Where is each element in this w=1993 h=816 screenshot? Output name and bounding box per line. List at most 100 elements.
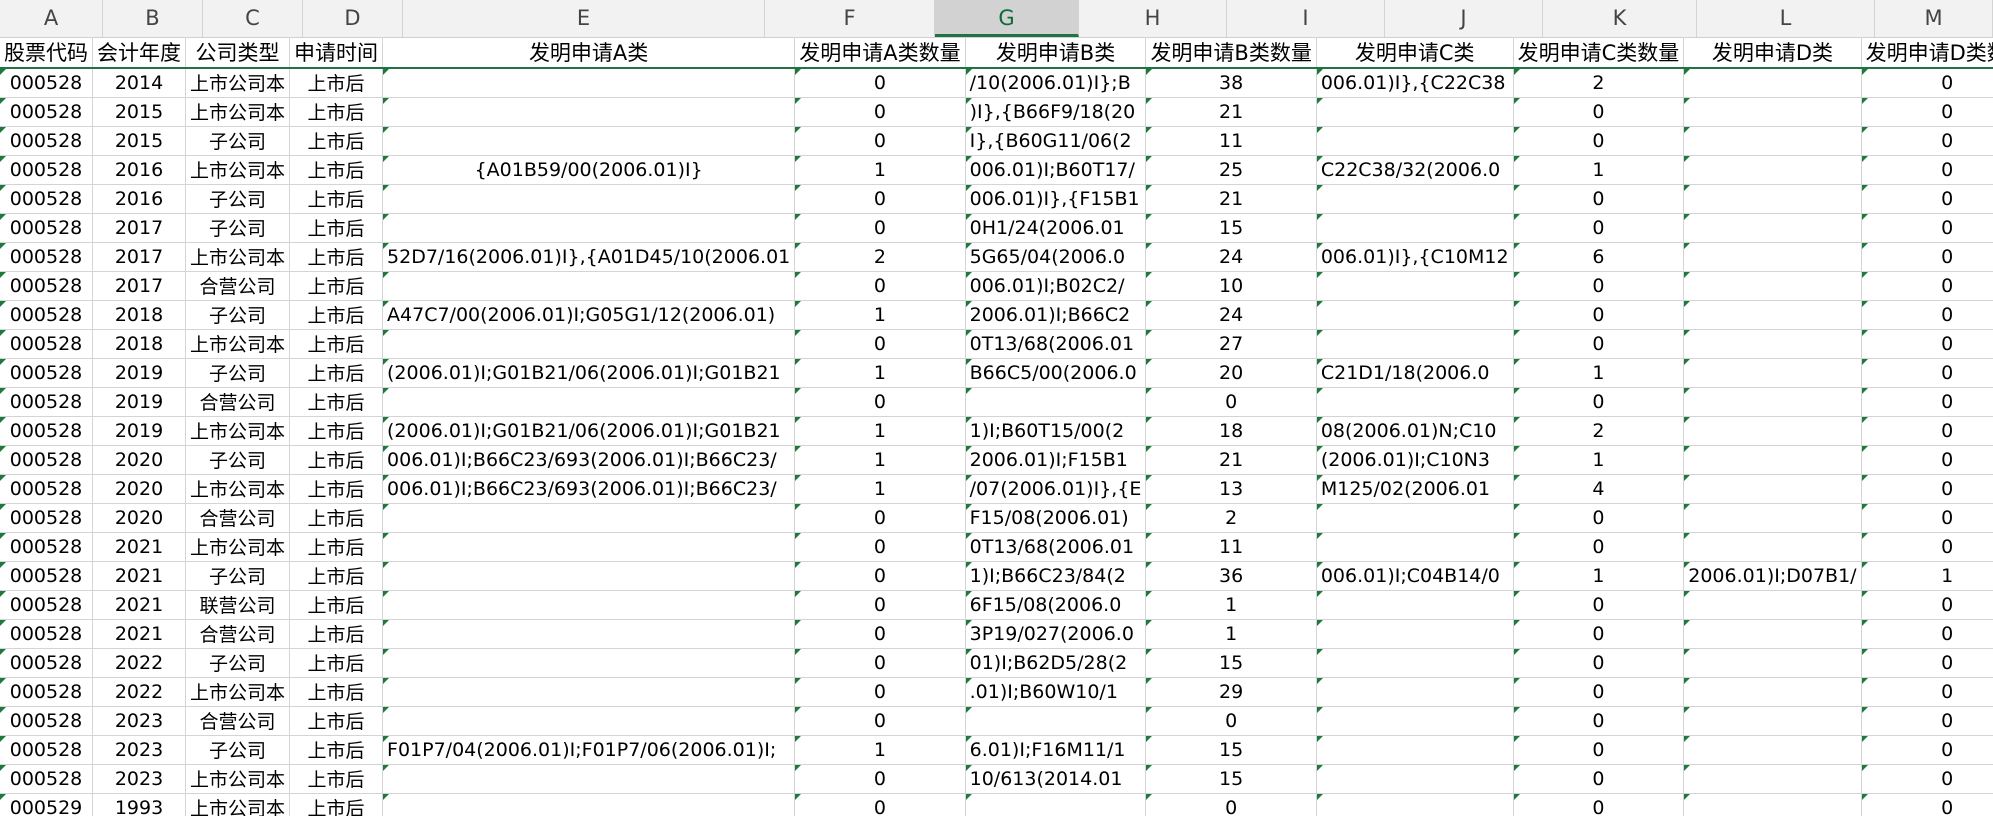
cell-a[interactable]: 000528 bbox=[0, 619, 93, 649]
cell-g[interactable]: F15/08(2006.01) bbox=[965, 503, 1147, 533]
cell-l[interactable]: 0 bbox=[1861, 387, 1993, 417]
cell-e[interactable]: 006.01)I;B66C23/693(2006.01)I;B66C23/ bbox=[382, 474, 796, 504]
cell-i[interactable] bbox=[1316, 648, 1514, 678]
cell-i[interactable] bbox=[1316, 213, 1514, 243]
cell-e[interactable] bbox=[382, 532, 796, 562]
cell-j[interactable]: 0 bbox=[1513, 213, 1685, 243]
cell-g[interactable]: 6F15/08(2006.0 bbox=[965, 590, 1147, 620]
cell-d[interactable]: 上市后 bbox=[289, 706, 384, 736]
cell-l[interactable]: 0 bbox=[1861, 184, 1993, 214]
column-header-a[interactable]: A bbox=[0, 0, 103, 37]
cell-j[interactable]: 0 bbox=[1513, 97, 1685, 127]
cell-b[interactable]: 2018 bbox=[92, 300, 186, 330]
cell-h[interactable]: 15 bbox=[1145, 648, 1317, 678]
cell-f[interactable]: 1 bbox=[794, 474, 966, 504]
cell-b[interactable]: 2023 bbox=[92, 764, 186, 794]
cell-j[interactable]: 1 bbox=[1513, 358, 1685, 388]
cell-k[interactable] bbox=[1683, 242, 1862, 272]
cell-f[interactable]: 0 bbox=[794, 619, 966, 649]
header-cell[interactable]: 申请时间 bbox=[289, 37, 384, 69]
cell-d[interactable]: 上市后 bbox=[289, 300, 384, 330]
cell-k[interactable] bbox=[1683, 735, 1862, 765]
cell-h[interactable]: 10 bbox=[1145, 271, 1317, 301]
cell-e[interactable] bbox=[382, 126, 796, 156]
cell-f[interactable]: 0 bbox=[794, 213, 966, 243]
cell-g[interactable]: 3P19/027(2006.0 bbox=[965, 619, 1147, 649]
cell-e[interactable] bbox=[382, 561, 796, 591]
cell-a[interactable]: 000528 bbox=[0, 561, 93, 591]
cell-d[interactable]: 上市后 bbox=[289, 213, 384, 243]
cell-g[interactable]: .01)I;B60W10/1 bbox=[965, 677, 1147, 707]
cell-k[interactable] bbox=[1683, 532, 1862, 562]
column-header-c[interactable]: C bbox=[203, 0, 303, 37]
column-header-d[interactable]: D bbox=[303, 0, 403, 37]
cell-g[interactable]: 10/613(2014.01 bbox=[965, 764, 1147, 794]
cell-g[interactable]: 5G65/04(2006.0 bbox=[965, 242, 1147, 272]
cell-i[interactable] bbox=[1316, 619, 1514, 649]
column-header-f[interactable]: F bbox=[765, 0, 935, 37]
cell-j[interactable]: 6 bbox=[1513, 242, 1685, 272]
cell-h[interactable]: 1 bbox=[1145, 590, 1317, 620]
cell-l[interactable]: 0 bbox=[1861, 793, 1993, 816]
cell-i[interactable]: C22C38/32(2006.0 bbox=[1316, 155, 1514, 185]
cell-f[interactable]: 1 bbox=[794, 155, 966, 185]
cell-i[interactable] bbox=[1316, 300, 1514, 330]
cell-c[interactable]: 子公司 bbox=[185, 213, 291, 243]
cell-h[interactable]: 29 bbox=[1145, 677, 1317, 707]
cell-h[interactable]: 36 bbox=[1145, 561, 1317, 591]
cell-k[interactable] bbox=[1683, 358, 1862, 388]
header-cell[interactable]: 公司类型 bbox=[185, 37, 291, 69]
cell-j[interactable]: 0 bbox=[1513, 387, 1685, 417]
cell-h[interactable]: 24 bbox=[1145, 242, 1317, 272]
cell-h[interactable]: 15 bbox=[1145, 735, 1317, 765]
cell-i[interactable] bbox=[1316, 126, 1514, 156]
cell-e[interactable] bbox=[382, 793, 796, 816]
cell-l[interactable]: 0 bbox=[1861, 474, 1993, 504]
cell-a[interactable]: 000528 bbox=[0, 97, 93, 127]
cell-f[interactable]: 0 bbox=[794, 387, 966, 417]
cell-j[interactable]: 0 bbox=[1513, 619, 1685, 649]
cell-a[interactable]: 000528 bbox=[0, 271, 93, 301]
cell-k[interactable] bbox=[1683, 126, 1862, 156]
cell-c[interactable]: 上市公司本 bbox=[185, 793, 291, 816]
cell-c[interactable]: 合营公司 bbox=[185, 271, 291, 301]
cell-i[interactable] bbox=[1316, 271, 1514, 301]
cell-j[interactable]: 0 bbox=[1513, 706, 1685, 736]
cell-h[interactable]: 21 bbox=[1145, 184, 1317, 214]
cell-b[interactable]: 2020 bbox=[92, 503, 186, 533]
cell-l[interactable]: 0 bbox=[1861, 648, 1993, 678]
cell-d[interactable]: 上市后 bbox=[289, 329, 384, 359]
cell-i[interactable]: 08(2006.01)N;C10 bbox=[1316, 416, 1514, 446]
cell-d[interactable]: 上市后 bbox=[289, 242, 384, 272]
cell-a[interactable]: 000528 bbox=[0, 300, 93, 330]
cell-f[interactable]: 0 bbox=[794, 184, 966, 214]
cell-d[interactable]: 上市后 bbox=[289, 97, 384, 127]
cell-c[interactable]: 子公司 bbox=[185, 561, 291, 591]
cell-i[interactable] bbox=[1316, 764, 1514, 794]
cell-j[interactable]: 0 bbox=[1513, 329, 1685, 359]
cell-b[interactable]: 2017 bbox=[92, 271, 186, 301]
column-header-j[interactable]: J bbox=[1385, 0, 1543, 37]
cell-k[interactable] bbox=[1683, 764, 1862, 794]
cell-j[interactable]: 0 bbox=[1513, 677, 1685, 707]
cell-k[interactable] bbox=[1683, 416, 1862, 446]
cell-j[interactable]: 0 bbox=[1513, 126, 1685, 156]
cell-i[interactable] bbox=[1316, 97, 1514, 127]
cell-k[interactable] bbox=[1683, 706, 1862, 736]
cell-j[interactable]: 0 bbox=[1513, 764, 1685, 794]
cell-f[interactable]: 0 bbox=[794, 68, 966, 98]
cell-e[interactable] bbox=[382, 706, 796, 736]
cell-g[interactable]: 0H1/24(2006.01 bbox=[965, 213, 1147, 243]
cell-e[interactable] bbox=[382, 590, 796, 620]
cell-j[interactable]: 1 bbox=[1513, 561, 1685, 591]
cell-c[interactable]: 子公司 bbox=[185, 648, 291, 678]
cell-l[interactable]: 0 bbox=[1861, 706, 1993, 736]
cell-g[interactable]: 006.01)I;B02C2/ bbox=[965, 271, 1147, 301]
cell-a[interactable]: 000528 bbox=[0, 677, 93, 707]
cell-b[interactable]: 2015 bbox=[92, 126, 186, 156]
cell-a[interactable]: 000528 bbox=[0, 532, 93, 562]
cell-j[interactable]: 0 bbox=[1513, 271, 1685, 301]
cell-j[interactable]: 1 bbox=[1513, 155, 1685, 185]
cell-d[interactable]: 上市后 bbox=[289, 416, 384, 446]
cell-b[interactable]: 2014 bbox=[92, 68, 186, 98]
